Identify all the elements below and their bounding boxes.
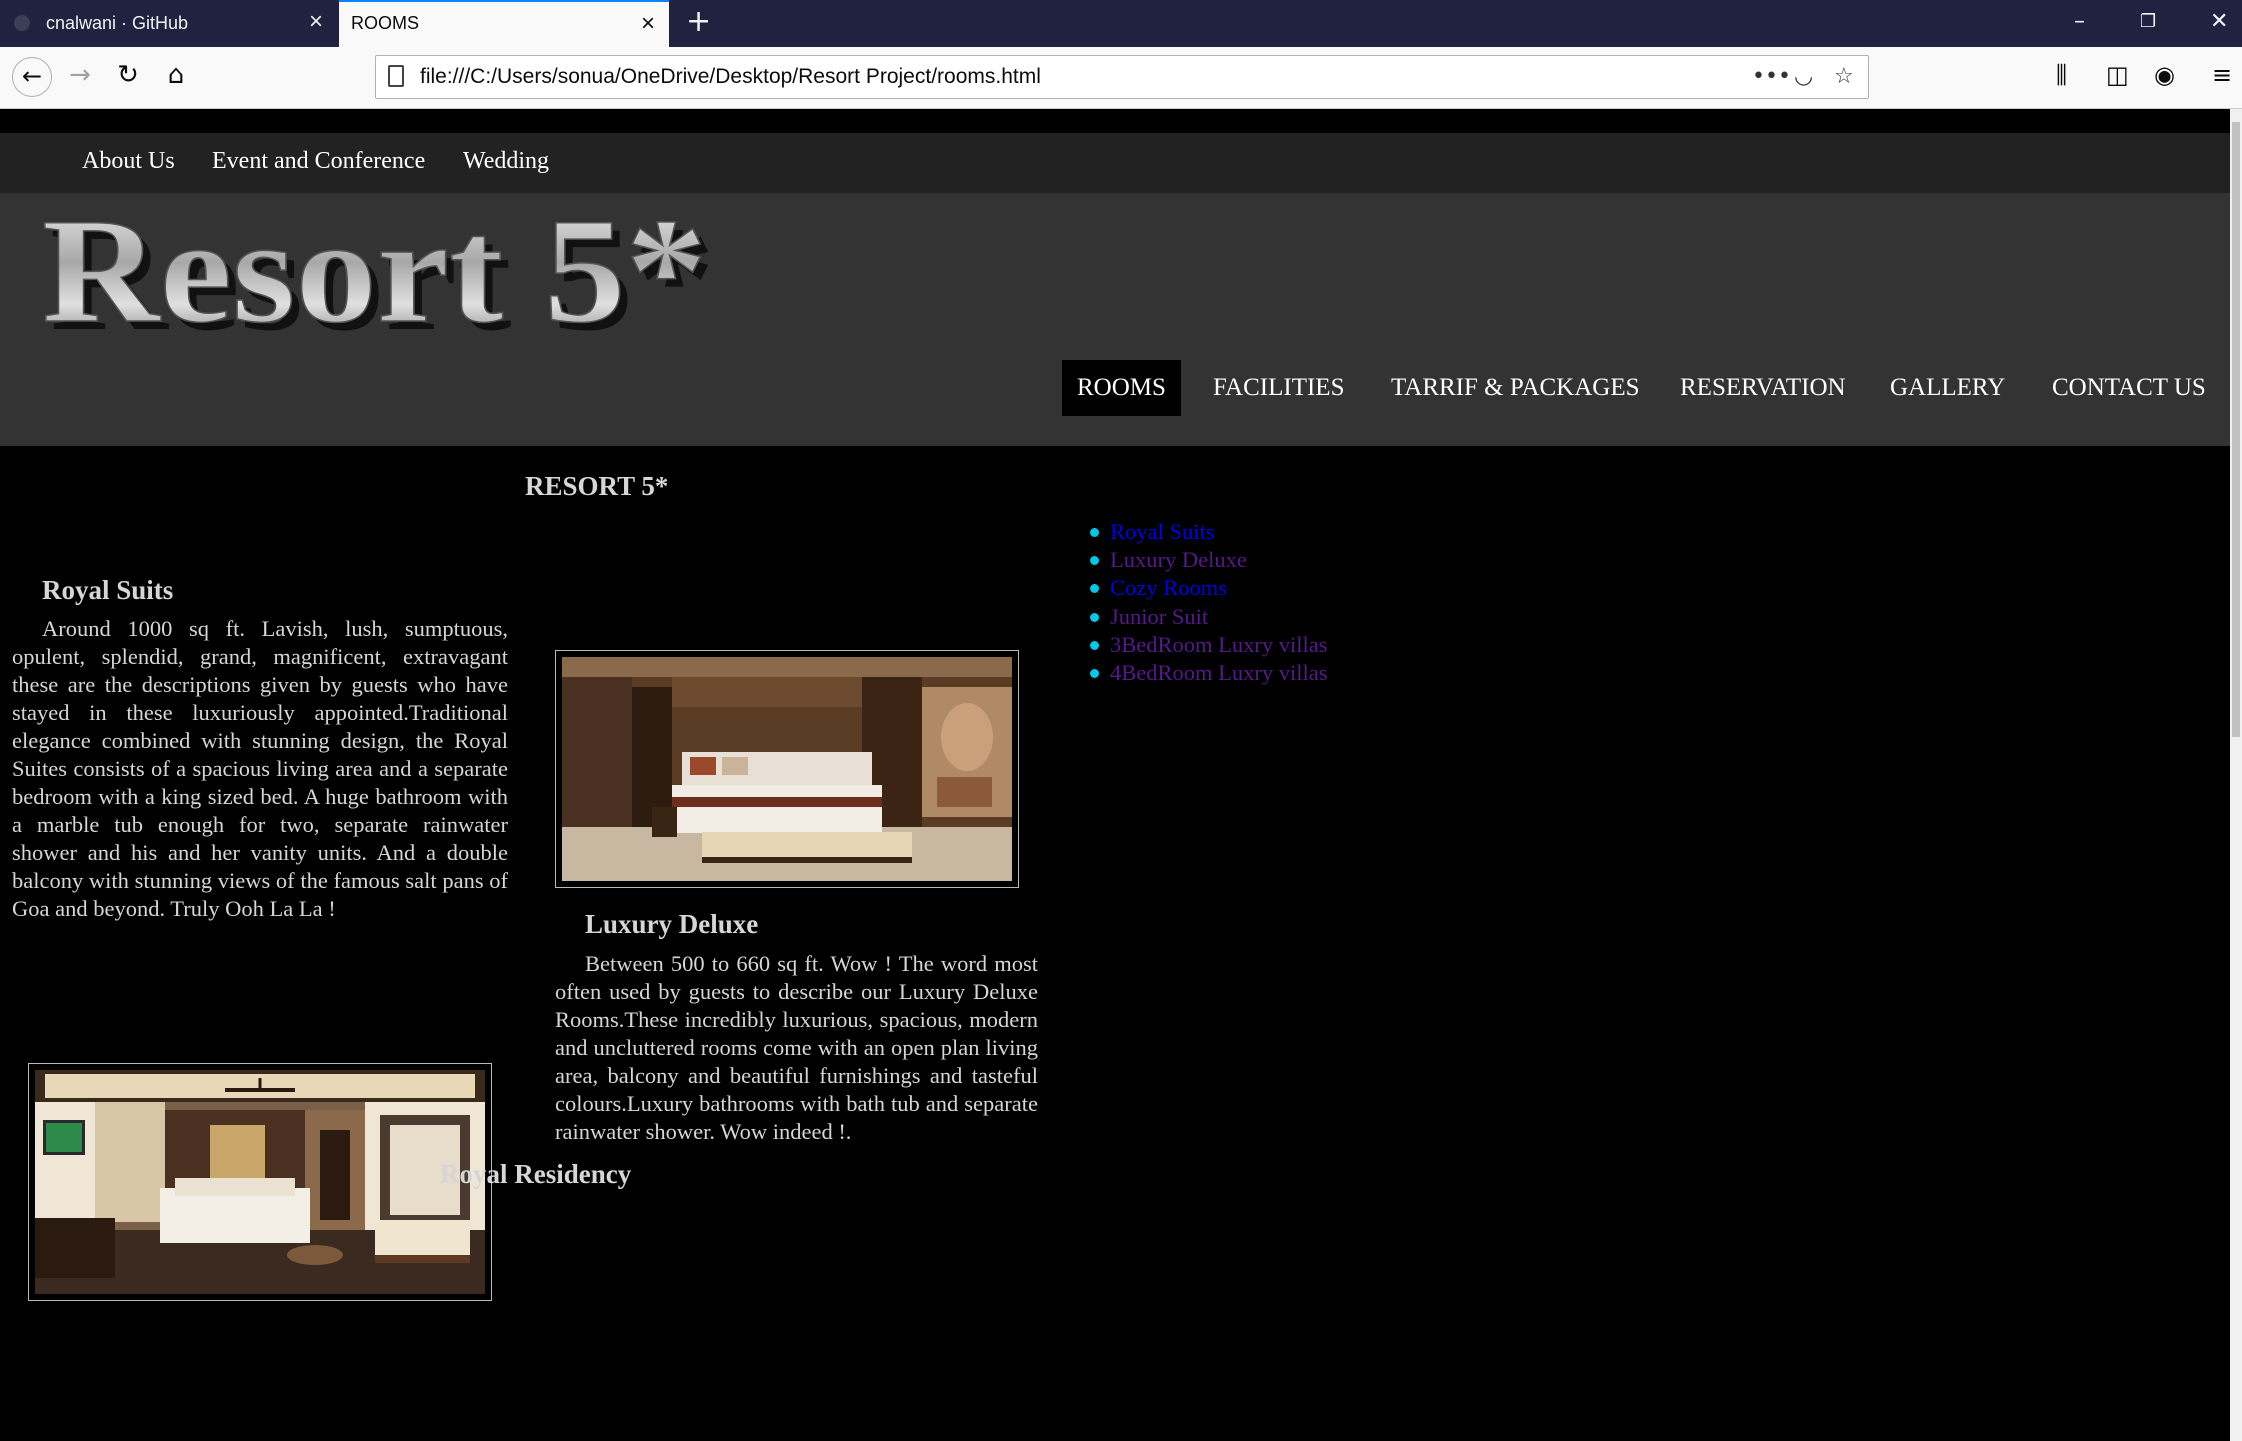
bookmark-star-icon[interactable]: ☆ xyxy=(1834,62,1854,92)
room-link-3bedroom-villas[interactable]: 3BedRoom Luxry villas xyxy=(1110,632,1328,657)
list-item: 4BedRoom Luxry villas xyxy=(1090,659,1328,687)
resort-logo: Resort 5* Resort 5* xyxy=(41,201,715,351)
room-title-royal-residency: Royal Residency xyxy=(440,1159,632,1189)
menu-icon[interactable]: ≡ xyxy=(2212,59,2232,91)
room-links-list: Royal Suits Luxury Deluxe Cozy Rooms Jun… xyxy=(1090,518,1328,687)
menu-contact-us[interactable]: CONTACT US xyxy=(2052,360,2206,416)
menu-facilities[interactable]: FACILITIES xyxy=(1213,360,1344,416)
account-icon[interactable]: ◉ xyxy=(2154,59,2175,91)
reload-icon[interactable]: ↻ xyxy=(110,59,146,91)
browser-chrome: cnalwani · GitHub × ROOMS × + – ❐ ✕ ← → … xyxy=(0,0,2242,109)
back-icon[interactable]: ← xyxy=(12,57,52,97)
tab-bar: cnalwani · GitHub × ROOMS × + – ❐ ✕ xyxy=(0,0,2242,47)
restore-icon[interactable]: ❐ xyxy=(2140,8,2156,36)
tab-title: ROOMS xyxy=(351,13,420,33)
sidebar-icon[interactable]: ◫ xyxy=(2106,59,2129,91)
room-link-junior-suit[interactable]: Junior Suit xyxy=(1110,604,1208,629)
top-nav-event-and-conference[interactable]: Event and Conference xyxy=(212,148,425,175)
room-description-royal-suits: Around 1000 sq ft. Lavish, lush, sumptuo… xyxy=(12,616,508,921)
menu-gallery[interactable]: GALLERY xyxy=(1890,360,2005,416)
page-icon xyxy=(388,65,404,87)
site-header: Resort 5* Resort 5* ROOMS FACILITIES TAR… xyxy=(0,193,2230,446)
url-bar[interactable]: ••• ◡ ☆ xyxy=(375,55,1869,99)
list-item: Luxury Deluxe xyxy=(1090,546,1328,574)
top-strip xyxy=(0,109,2230,133)
top-menu: About Us Event and Conference Wedding xyxy=(0,133,2230,193)
room-link-cozy-rooms[interactable]: Cozy Rooms xyxy=(1110,575,1227,600)
top-nav-wedding[interactable]: Wedding xyxy=(463,148,549,175)
tab-github[interactable]: cnalwani · GitHub × xyxy=(0,0,337,47)
room-description-luxury-deluxe: Between 500 to 660 sq ft. Wow ! The word… xyxy=(555,951,1038,1144)
list-item: 3BedRoom Luxry villas xyxy=(1090,631,1328,659)
top-nav-about-us[interactable]: About Us xyxy=(82,148,175,175)
url-input[interactable] xyxy=(420,62,1670,92)
tab-title: cnalwani · GitHub xyxy=(46,13,189,33)
royal-suite-photo xyxy=(555,650,1019,888)
room-link-4bedroom-villas[interactable]: 4BedRoom Luxry villas xyxy=(1110,660,1328,685)
forward-icon[interactable]: → xyxy=(62,59,98,91)
room-title-royal-suits: Royal Suits xyxy=(42,575,174,605)
list-item: Cozy Rooms xyxy=(1090,574,1328,602)
room-title-luxury-deluxe: Luxury Deluxe xyxy=(585,909,759,939)
menu-tarrif-packages[interactable]: TARRIF & PACKAGES xyxy=(1391,360,1640,416)
scrollbar-thumb[interactable] xyxy=(2232,122,2240,737)
room-link-royal-suits[interactable]: Royal Suits xyxy=(1110,519,1214,544)
tab-rooms[interactable]: ROOMS × xyxy=(339,0,669,47)
home-icon[interactable]: ⌂ xyxy=(158,59,194,91)
page-heading: RESORT 5* xyxy=(525,471,669,501)
close-tab-icon[interactable]: × xyxy=(641,12,655,36)
room-link-luxury-deluxe[interactable]: Luxury Deluxe xyxy=(1110,547,1247,572)
royal-suite-photo-image xyxy=(562,657,1012,881)
github-favicon-icon xyxy=(14,15,30,31)
web-page: About Us Event and Conference Wedding Re… xyxy=(0,109,2230,1441)
menu-reservation[interactable]: RESERVATION xyxy=(1680,360,1846,416)
new-tab-button[interactable]: + xyxy=(686,4,711,40)
more-icon[interactable]: ••• xyxy=(1752,62,1791,92)
pocket-icon[interactable]: ◡ xyxy=(1794,62,1813,92)
list-item: Junior Suit xyxy=(1090,603,1328,631)
window-close-icon[interactable]: ✕ xyxy=(2210,8,2228,36)
navigation-toolbar: ← → ↻ ⌂ ••• ◡ ☆ ⫼ ◫ ◉ ≡ xyxy=(0,47,2242,109)
list-item: Royal Suits xyxy=(1090,518,1328,546)
minimize-icon[interactable]: – xyxy=(2074,8,2085,36)
svg-text:Resort 5*: Resort 5* xyxy=(42,201,707,351)
menu-rooms[interactable]: ROOMS xyxy=(1062,360,1181,416)
close-tab-icon[interactable]: × xyxy=(309,10,323,34)
library-icon[interactable]: ⫼ xyxy=(2056,59,2067,91)
luxury-deluxe-photo-image xyxy=(35,1070,485,1294)
luxury-deluxe-photo xyxy=(28,1063,492,1301)
